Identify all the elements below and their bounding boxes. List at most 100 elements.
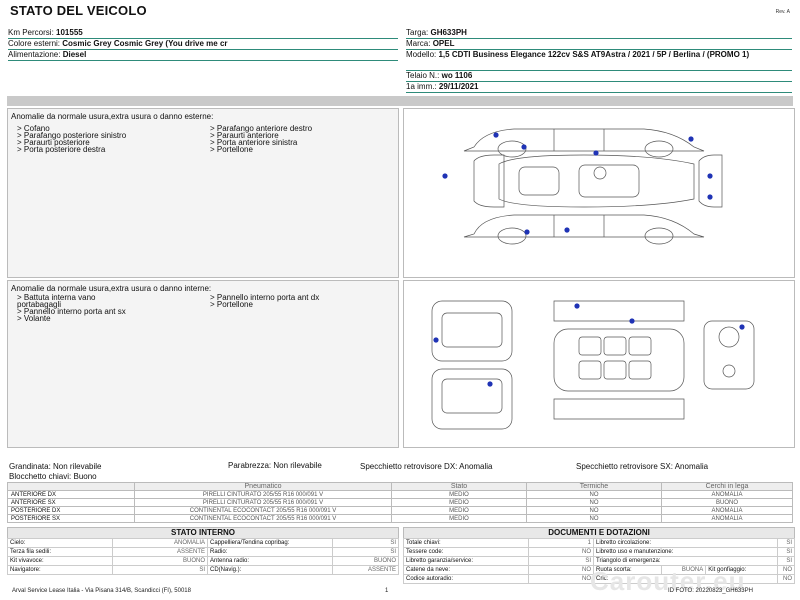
document-label: Catene da neve:	[403, 565, 529, 575]
car-exterior-diagram	[442, 128, 723, 245]
fuel-label: Alimentazione:	[8, 50, 61, 59]
interior-label: Terza fila sedili:	[7, 547, 113, 557]
external-damage-panel: Anomalie da normale usura,extra usura o …	[7, 108, 399, 278]
plate-line: Targa: GH633PH	[406, 28, 792, 39]
internal-damage-title: Anomalie da normale usura,extra usura o …	[11, 284, 212, 293]
external-damage-list-2: > Parafango anteriore destro > Paraurti …	[210, 125, 312, 154]
column-header: Stato	[391, 482, 527, 491]
km-label: Km Percorsi:	[8, 28, 54, 37]
interior-label: Cielo:	[7, 538, 113, 548]
document-value: SI	[777, 556, 795, 566]
document-label: Libretto garanzia/service:	[403, 556, 529, 566]
document-label: Libretto circolazione:	[592, 538, 779, 548]
damage-marker-icon	[524, 229, 530, 235]
damage-marker-icon	[707, 194, 713, 200]
tyre-rim: BUONO	[661, 498, 793, 507]
document-label: Totale chiavi:	[403, 538, 529, 548]
document-value: NO	[777, 565, 795, 575]
document-value: NO	[528, 547, 594, 557]
damage-marker-icon	[707, 173, 713, 179]
registration-value: 29/11/2021	[438, 82, 479, 91]
brand-line: Marca: OPEL	[406, 39, 792, 50]
fuel-line: Alimentazione: Diesel	[8, 50, 398, 61]
table-row: Libretto garanzia/service: SI Triangolo …	[403, 556, 795, 566]
chassis-value: wo 1106	[441, 71, 473, 80]
windshield-status: Parabrezza: Non rilevabile	[228, 461, 322, 470]
document-value: NO	[777, 574, 795, 584]
external-damage-list-1: > Cofano > Parafango posteriore sinistro…	[17, 125, 126, 154]
damage-item: > Volante	[17, 314, 51, 323]
interior-table: Cielo: ANOMALIA Cappelliera/Tendina copr…	[7, 538, 399, 575]
column-header: Pneumatico	[134, 482, 392, 491]
damage-marker-icon	[574, 303, 580, 309]
chassis-label: Telaio N.:	[406, 71, 440, 80]
document-value: 1	[528, 538, 594, 548]
damage-marker-icon	[433, 337, 439, 343]
fuel-value: Diesel	[62, 50, 87, 59]
tyre-model: CONTINENTAL ECOCONTACT 205/55 R16 000/09…	[134, 514, 392, 523]
damage-marker-icon	[487, 381, 493, 387]
damage-item: > Portellone	[210, 145, 253, 154]
interior-value: ANOMALIA	[112, 538, 208, 548]
section-divider-band	[7, 96, 793, 106]
table-row: Cielo: ANOMALIA Cappelliera/Tendina copr…	[7, 538, 399, 548]
internal-damage-panel: Anomalie da normale usura,extra usura o …	[7, 280, 399, 448]
car-interior-diagram	[431, 300, 755, 430]
tyre-position: ANTERIORE SX	[7, 498, 135, 507]
damage-item: > Portellone	[210, 300, 253, 309]
tyre-position: ANTERIORE DX	[7, 490, 135, 499]
color-value: Cosmic Grey Cosmic Grey (You drive me cr	[62, 39, 228, 48]
interior-label: Cappelliera/Tendina copribag:	[207, 538, 333, 548]
damage-marker-icon	[593, 150, 599, 156]
damage-marker-icon	[629, 318, 635, 324]
interior-value: ASSENTE	[112, 547, 208, 557]
hail-status: Grandinata: Non rilevabile	[9, 462, 102, 471]
interior-label: Radio:	[207, 547, 333, 557]
interior-value: ASSENTE	[332, 565, 399, 575]
tyre-thermal: NO	[526, 490, 662, 499]
tyre-state: MEDIO	[391, 490, 527, 499]
internal-car-diagram	[403, 280, 795, 448]
document-value: SI	[777, 538, 795, 548]
km-value: 101555	[56, 28, 83, 37]
interior-value: BUONO	[112, 556, 208, 566]
damage-item: > Porta posteriore destra	[17, 145, 106, 154]
table-header-row: Pneumatico Stato Termiche Cerchi in lega	[7, 482, 793, 491]
table-row: POSTERIORE DX CONTINENTAL ECOCONTACT 205…	[7, 506, 793, 515]
interior-value: BUONO	[332, 556, 399, 566]
document-label: Codice autoradio:	[403, 574, 529, 584]
interior-value: SI	[332, 547, 399, 557]
tyre-thermal: NO	[526, 498, 662, 507]
tyre-model: PIRELLI CINTURATO 205/55 R16 000/091 V	[134, 498, 392, 507]
footer-company: Arval Service Lease Italia - Via Pisana …	[12, 588, 191, 594]
document-value: SI	[777, 547, 795, 557]
damage-marker-icon	[739, 324, 745, 330]
internal-damage-list-2: > Pannello interno porta ant dx > Portel…	[210, 294, 319, 309]
damage-marker-icon	[688, 136, 694, 142]
color-label: Colore esterni:	[8, 39, 61, 48]
table-row: ANTERIORE DX PIRELLI CINTURATO 205/55 R1…	[7, 490, 793, 499]
table-row: ANTERIORE SX PIRELLI CINTURATO 205/55 R1…	[7, 498, 793, 507]
damage-marker-icon	[442, 173, 448, 179]
model-value: 1,5 CDTI Business Elegance 122cv S&S AT9…	[438, 50, 750, 59]
tyre-state: MEDIO	[391, 498, 527, 507]
interior-label: Kit vivavoce:	[7, 556, 113, 566]
damage-marker-icon	[521, 144, 527, 150]
revision-label: Rev. A	[775, 9, 790, 15]
column-header: Cerchi in lega	[661, 482, 793, 491]
interior-value: SI	[332, 538, 399, 548]
brand-value: OPEL	[432, 39, 455, 48]
tyre-thermal: NO	[526, 506, 662, 515]
table-row: Totale chiavi: 1 Libretto circolazione: …	[403, 538, 795, 548]
tyre-position: POSTERIORE SX	[7, 514, 135, 523]
tyre-rim: ANOMALIA	[661, 506, 793, 515]
km-line: Km Percorsi: 101555	[8, 28, 398, 39]
brand-label: Marca:	[406, 39, 431, 48]
external-damage-title: Anomalie da normale usura,extra usura o …	[11, 112, 214, 121]
footer-photo-id: ID FOTO: 20220823_GH633PH	[668, 588, 753, 594]
tyre-position: POSTERIORE DX	[7, 506, 135, 515]
document-value: NO	[528, 574, 594, 584]
table-row: Kit vivavoce: BUONO Antenna radio: BUONO	[7, 556, 399, 566]
mirror-dx-status: Specchietto retrovisore DX: Anomalia	[360, 462, 493, 471]
table-row: POSTERIORE SX CONTINENTAL ECOCONTACT 205…	[7, 514, 793, 523]
